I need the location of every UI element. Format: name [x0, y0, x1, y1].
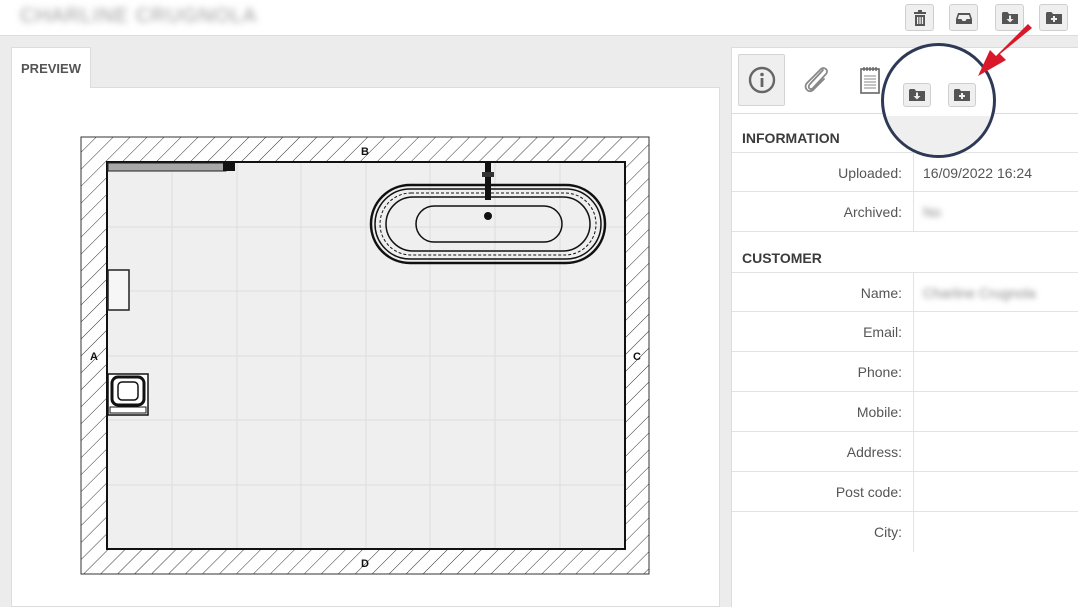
delete-button[interactable]: [905, 4, 934, 31]
uploaded-label: Uploaded:: [838, 165, 902, 181]
add-folder-button[interactable]: [1039, 4, 1068, 31]
folder-add-icon: [1045, 11, 1062, 24]
uploaded-row: Uploaded: 16/09/2022 16:24: [732, 152, 1078, 193]
tab-preview[interactable]: PREVIEW: [11, 47, 91, 88]
folder-download-icon: [909, 89, 925, 101]
phone-row: Phone:: [732, 352, 1078, 392]
address-row: Address:: [732, 432, 1078, 472]
notepad-icon: [859, 67, 880, 94]
wall-label-top: B: [361, 146, 369, 158]
name-value: Charline Crugnola: [923, 285, 1036, 301]
postcode-label: Post code:: [835, 484, 902, 500]
archived-label: Archived:: [843, 204, 902, 220]
top-bar: CHARLINE CRUGNOLA: [0, 0, 1078, 36]
name-label: Name:: [860, 285, 902, 301]
address-label: Address:: [846, 444, 902, 460]
mobile-label: Mobile:: [856, 404, 902, 420]
name-row: Name: Charline Crugnola: [732, 272, 1078, 313]
trash-icon: [913, 9, 926, 26]
archived-value: No: [923, 204, 941, 220]
city-row: City:: [732, 512, 1078, 552]
paperclip-icon: [804, 67, 828, 93]
toilet-symbol: [107, 373, 149, 416]
floor-plan: B A C D: [80, 136, 650, 575]
tab-attachments[interactable]: [792, 54, 839, 106]
wall-label-right: C: [633, 351, 641, 363]
city-label: City:: [874, 524, 902, 540]
email-row: Email:: [732, 312, 1078, 352]
postcode-row: Post code:: [732, 472, 1078, 512]
magnified-add-folder-button[interactable]: [948, 83, 976, 107]
phone-label: Phone:: [857, 364, 902, 380]
mobile-row: Mobile:: [732, 392, 1078, 432]
magnified-download-folder-button[interactable]: [903, 83, 931, 107]
pointer-arrow-icon: [978, 24, 1032, 76]
page-title: CHARLINE CRUGNOLA: [20, 5, 258, 27]
archived-row: Archived: No: [732, 192, 1078, 232]
wall-label-bottom: D: [361, 558, 369, 570]
wall-label-left: A: [90, 351, 98, 363]
folder-add-icon: [954, 89, 970, 101]
uploaded-value: 16/09/2022 16:24: [923, 165, 1032, 181]
email-label: Email:: [863, 324, 902, 340]
tab-information[interactable]: [738, 54, 785, 106]
info-icon: [748, 66, 775, 94]
